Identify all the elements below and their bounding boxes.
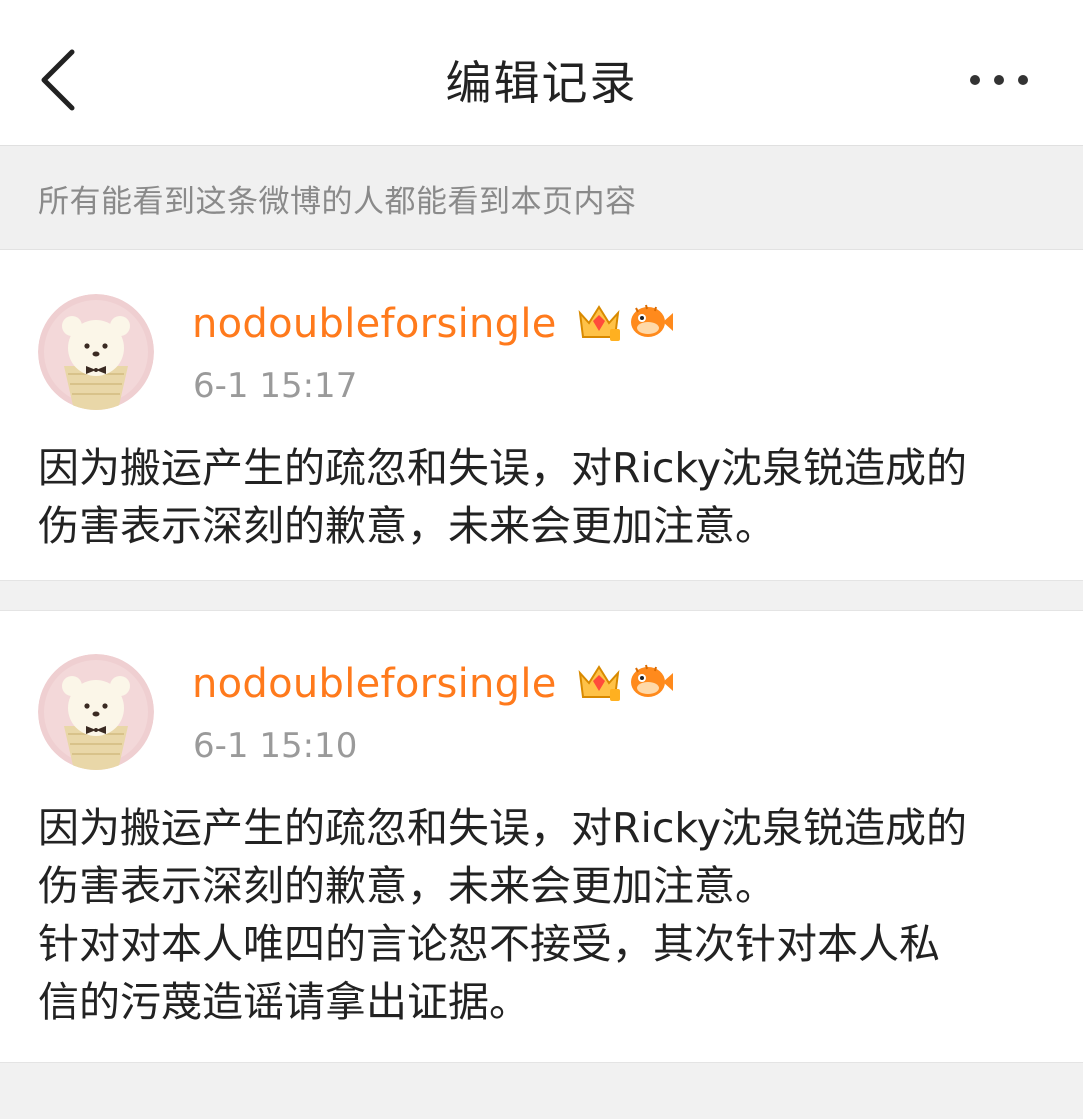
edit-record-card: nodoubleforsingle 6-1 15:17 因为搬运产生的疏忽和失误… xyxy=(0,250,1083,581)
post-content: 因为搬运产生的疏忽和失误，对Ricky沈泉锐造成的 伤害表示深刻的歉意，未来会更… xyxy=(38,799,1053,1031)
pufferfish-badge-icon[interactable] xyxy=(628,659,674,705)
crown-vip-icon[interactable] xyxy=(576,659,622,705)
post-line: 伤害表示深刻的歉意，未来会更加注意。 xyxy=(38,502,776,550)
visibility-notice-text: 所有能看到这条微博的人都能看到本页内容 xyxy=(38,184,637,220)
username[interactable]: nodoubleforsingle xyxy=(192,301,557,347)
post-line: 因为搬运产生的疏忽和失误，对Ricky沈泉锐造成的 xyxy=(38,804,967,852)
post-line: 伤害表示深刻的歉意，未来会更加注意。 xyxy=(38,862,776,910)
username[interactable]: nodoubleforsingle xyxy=(192,661,557,707)
screen: 编辑记录 所有能看到这条微博的人都能看到本页内容 nodoubleforsing… xyxy=(0,0,1083,1119)
edit-record-card: nodoubleforsingle 6-1 15:10 因为搬运产生的疏忽和失误… xyxy=(0,610,1083,1063)
post-line: 因为搬运产生的疏忽和失误，对Ricky沈泉锐造成的 xyxy=(38,444,967,492)
bear-avatar xyxy=(38,294,154,410)
more-button[interactable] xyxy=(963,60,1043,100)
post-content: 因为搬运产生的疏忽和失误，对Ricky沈泉锐造成的 伤害表示深刻的歉意，未来会更… xyxy=(38,439,1053,555)
post-line: 信的污蔑造谣请拿出证据。 xyxy=(38,978,530,1026)
timestamp: 6-1 15:17 xyxy=(193,366,358,406)
post-line: 针对对本人唯四的言论恕不接受，其次针对本人私 xyxy=(38,920,940,968)
avatar[interactable] xyxy=(38,654,154,770)
avatar[interactable] xyxy=(38,294,154,410)
page-title: 编辑记录 xyxy=(445,56,638,110)
bear-avatar xyxy=(38,654,154,770)
crown-vip-icon[interactable] xyxy=(576,299,622,345)
more-dots-icon xyxy=(970,75,1028,85)
pufferfish-badge-icon[interactable] xyxy=(628,299,674,345)
timestamp: 6-1 15:10 xyxy=(193,726,358,766)
top-nav-bar: 编辑记录 xyxy=(0,0,1083,146)
